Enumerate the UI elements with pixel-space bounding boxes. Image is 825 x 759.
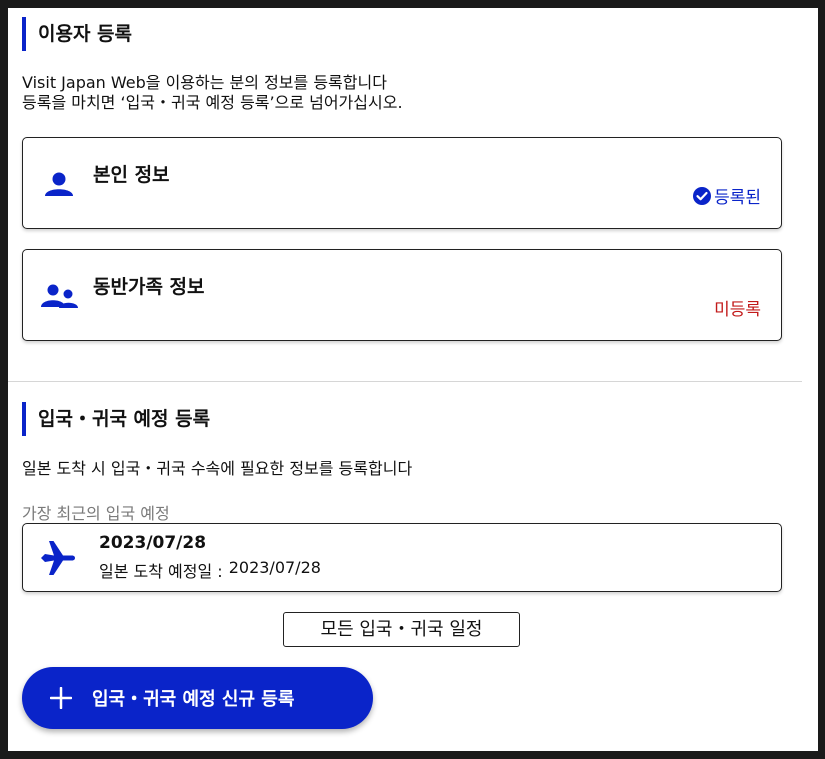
new-schedule-button[interactable]: 입국・귀국 예정 신규 등록 — [22, 667, 373, 729]
page: 이용자 등록 Visit Japan Web을 이용하는 분의 정보를 등록합니… — [8, 8, 818, 751]
personal-info-status-label: 등록된 — [714, 188, 761, 208]
personal-info-title: 본인 정보 — [93, 164, 170, 186]
registration-desc-line-1: Visit Japan Web을 이용하는 분의 정보를 등록합니다 — [22, 73, 387, 92]
personal-info-status: 등록된 — [692, 183, 761, 208]
trip-arrival: 일본 도착 예정일 : 2023/07/28 — [99, 558, 321, 582]
latest-trip-card[interactable]: 2023/07/28 일본 도착 예정일 : 2023/07/28 — [22, 523, 782, 592]
latest-entry-label: 가장 최근의 입국 예정 — [22, 504, 170, 523]
new-schedule-button-label: 입국・귀국 예정 신규 등록 — [92, 689, 295, 710]
family-info-status: 미등록 — [714, 295, 761, 320]
family-info-status-label: 미등록 — [714, 300, 761, 320]
registration-description: Visit Japan Web을 이용하는 분의 정보를 등록합니다 등록을 마… — [22, 73, 403, 113]
section-divider — [8, 381, 802, 382]
all-schedules-button[interactable]: 모든 입국・귀국 일정 — [283, 612, 520, 647]
schedule-description: 일본 도착 시 입국・귀국 수속에 필요한 정보를 등록합니다 — [22, 459, 413, 478]
registration-desc-line-2: 등록을 마치면 ‘입국・귀국 예정 등록’으로 넘어가십시오. — [22, 93, 403, 112]
trip-date: 2023/07/28 — [99, 533, 207, 553]
personal-info-card[interactable]: 본인 정보 등록된 — [22, 137, 782, 229]
family-info-card[interactable]: 동반가족 정보 미등록 — [22, 249, 782, 341]
arrival-label: 일본 도착 예정일 : — [99, 562, 223, 581]
arrival-date: 2023/07/28 — [228, 558, 321, 577]
check-circle-icon — [693, 186, 712, 205]
family-icon — [41, 284, 78, 308]
registration-section-title: 이용자 등록 — [22, 17, 132, 51]
person-icon — [45, 172, 73, 196]
airplane-icon — [41, 541, 75, 575]
plus-icon — [50, 687, 72, 709]
schedule-section-title: 입국・귀국 예정 등록 — [22, 402, 210, 436]
family-info-title: 동반가족 정보 — [93, 276, 205, 298]
